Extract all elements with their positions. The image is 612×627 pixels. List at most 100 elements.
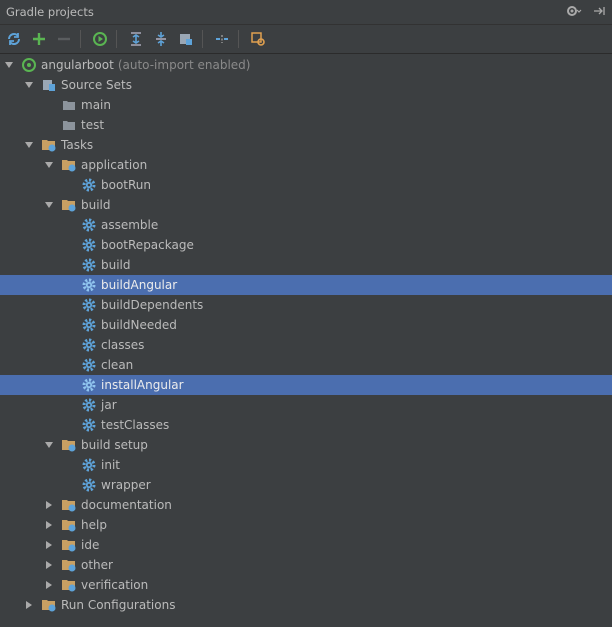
- gear-icon: [81, 457, 97, 473]
- tree-node-run-configurations[interactable]: Run Configurations: [0, 595, 612, 615]
- tree-node-task[interactable]: clean: [0, 355, 612, 375]
- toggle-offline-icon[interactable]: [175, 28, 197, 50]
- tree-node-task-group[interactable]: application: [0, 155, 612, 175]
- gear-icon: [81, 397, 97, 413]
- remove-icon[interactable]: [53, 28, 75, 50]
- task-folder-icon: [61, 537, 77, 553]
- task-label: wrapper: [101, 478, 151, 492]
- add-icon[interactable]: [28, 28, 50, 50]
- task-label: bootRun: [101, 178, 152, 192]
- gear-icon: [81, 217, 97, 233]
- tree-node-task-group[interactable]: build: [0, 195, 612, 215]
- hide-panel-icon[interactable]: [592, 4, 606, 21]
- task-group-label: verification: [81, 578, 149, 592]
- root-label: angularboot: [41, 58, 114, 72]
- tree-node-source-set[interactable]: test: [0, 115, 612, 135]
- toolbar: [0, 25, 612, 54]
- task-group-label: documentation: [81, 498, 172, 512]
- collapsed-arrow-icon[interactable]: [43, 499, 55, 511]
- task-label: buildDependents: [101, 298, 204, 312]
- tree-node-task-selected[interactable]: buildAngular: [0, 275, 612, 295]
- refresh-icon[interactable]: [3, 28, 25, 50]
- tree-node-task[interactable]: assemble: [0, 215, 612, 235]
- expanded-arrow-icon[interactable]: [43, 199, 55, 211]
- tree-node-task[interactable]: bootRepackage: [0, 235, 612, 255]
- tree-node-task-selected[interactable]: installAngular: [0, 375, 612, 395]
- source-set-label: test: [81, 118, 105, 132]
- task-label: testClasses: [101, 418, 170, 432]
- tree-node-task-group-collapsed[interactable]: other: [0, 555, 612, 575]
- task-label: buildNeeded: [101, 318, 177, 332]
- task-label: clean: [101, 358, 134, 372]
- task-folder-icon: [61, 557, 77, 573]
- gear-icon: [81, 337, 97, 353]
- tree-node-task[interactable]: build: [0, 255, 612, 275]
- gear-icon: [81, 277, 97, 293]
- settings-icon[interactable]: [247, 28, 269, 50]
- tree-node-root[interactable]: angularboot (auto-import enabled): [0, 55, 612, 75]
- gear-icon: [81, 357, 97, 373]
- gear-icon: [81, 237, 97, 253]
- gear-icon: [81, 257, 97, 273]
- tree-node-task-group[interactable]: build setup: [0, 435, 612, 455]
- folder-icon: [61, 117, 77, 133]
- tree-node-task[interactable]: classes: [0, 335, 612, 355]
- collapsed-arrow-icon[interactable]: [43, 519, 55, 531]
- expanded-arrow-icon[interactable]: [23, 139, 35, 151]
- expanded-arrow-icon[interactable]: [23, 79, 35, 91]
- toolbar-separator: [202, 30, 203, 48]
- tree-node-source-sets[interactable]: Source Sets: [0, 75, 612, 95]
- tree-node-task[interactable]: wrapper: [0, 475, 612, 495]
- tree-node-task-group-collapsed[interactable]: documentation: [0, 495, 612, 515]
- source-sets-label: Source Sets: [61, 78, 132, 92]
- tree-node-task[interactable]: buildNeeded: [0, 315, 612, 335]
- task-group-label: application: [81, 158, 148, 172]
- tasks-label: Tasks: [61, 138, 94, 152]
- tree-node-tasks[interactable]: Tasks: [0, 135, 612, 155]
- settings-gear-icon[interactable]: [566, 4, 582, 21]
- tree-node-task-group-collapsed[interactable]: verification: [0, 575, 612, 595]
- link-icon[interactable]: [211, 28, 233, 50]
- task-label: installAngular: [101, 378, 184, 392]
- collapsed-arrow-icon[interactable]: [43, 539, 55, 551]
- task-folder-icon: [61, 157, 77, 173]
- gear-icon: [81, 317, 97, 333]
- tree-node-source-set[interactable]: main: [0, 95, 612, 115]
- run-configurations-label: Run Configurations: [61, 598, 176, 612]
- task-group-label: build setup: [81, 438, 148, 452]
- tree-node-task-group-collapsed[interactable]: ide: [0, 535, 612, 555]
- tree-node-task-group-collapsed[interactable]: help: [0, 515, 612, 535]
- tree-node-task[interactable]: init: [0, 455, 612, 475]
- tree-node-task[interactable]: testClasses: [0, 415, 612, 435]
- task-folder-icon: [61, 497, 77, 513]
- collapse-all-icon[interactable]: [150, 28, 172, 50]
- gear-icon: [81, 477, 97, 493]
- expanded-arrow-icon[interactable]: [3, 59, 15, 71]
- tree-node-task[interactable]: bootRun: [0, 175, 612, 195]
- expanded-arrow-icon[interactable]: [43, 159, 55, 171]
- task-folder-icon: [41, 597, 57, 613]
- source-sets-icon: [41, 77, 57, 93]
- toolbar-separator: [80, 30, 81, 48]
- tree-node-task[interactable]: jar: [0, 395, 612, 415]
- task-folder-icon: [41, 137, 57, 153]
- task-label: classes: [101, 338, 145, 352]
- tree-node-task[interactable]: buildDependents: [0, 295, 612, 315]
- task-label: build: [101, 258, 131, 272]
- root-suffix: (auto-import enabled): [117, 58, 251, 72]
- collapsed-arrow-icon[interactable]: [43, 559, 55, 571]
- folder-icon: [61, 97, 77, 113]
- collapsed-arrow-icon[interactable]: [23, 599, 35, 611]
- task-group-label: build: [81, 198, 111, 212]
- gear-icon: [81, 297, 97, 313]
- collapsed-arrow-icon[interactable]: [43, 579, 55, 591]
- gear-icon: [81, 177, 97, 193]
- execute-task-icon[interactable]: [89, 28, 111, 50]
- task-label: init: [101, 458, 120, 472]
- expanded-arrow-icon[interactable]: [43, 439, 55, 451]
- gradle-project-icon: [21, 57, 37, 73]
- task-folder-icon: [61, 197, 77, 213]
- panel-title: Gradle projects: [6, 5, 94, 19]
- toolbar-separator: [238, 30, 239, 48]
- expand-all-icon[interactable]: [125, 28, 147, 50]
